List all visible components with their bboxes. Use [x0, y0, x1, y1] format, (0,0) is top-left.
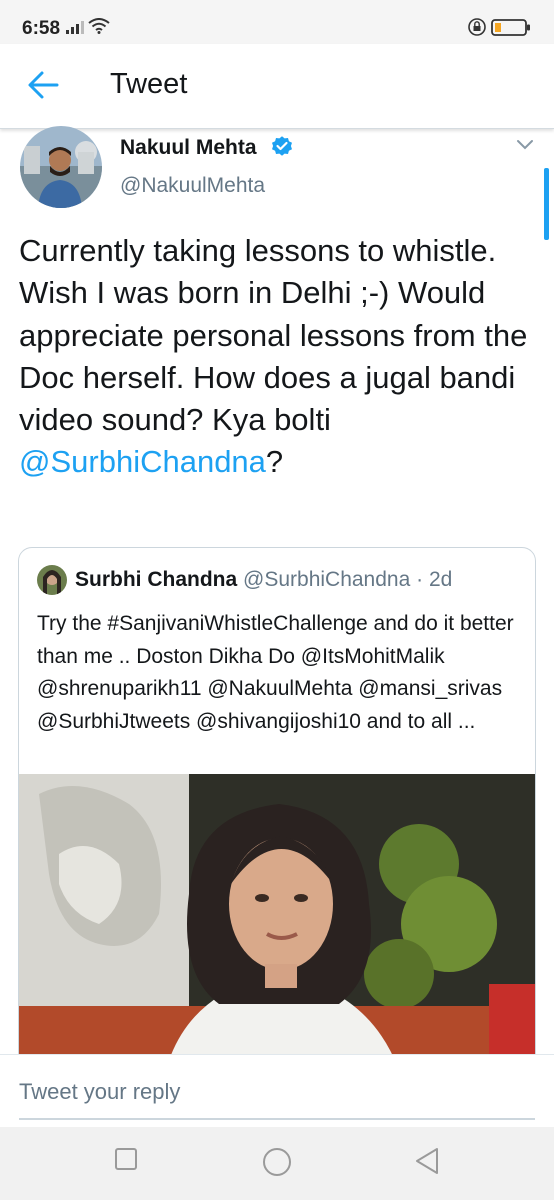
arrow-left-icon — [28, 71, 59, 99]
system-nav-bar — [0, 1127, 554, 1200]
square-icon — [115, 1148, 137, 1170]
lock-icon — [468, 18, 486, 36]
chevron-down-icon[interactable] — [516, 138, 534, 156]
author-avatar[interactable] — [20, 126, 102, 208]
home-button[interactable] — [262, 1147, 292, 1182]
signal-icon — [66, 20, 84, 39]
status-bar: 6:58 — [0, 0, 554, 44]
quoted-tweet-header: Surbhi Chandna @SurbhiChandna · 2d — [75, 568, 452, 592]
author-name[interactable]: Nakuul Mehta — [120, 136, 257, 160]
status-right-icons — [468, 17, 534, 42]
verified-badge-icon — [270, 134, 294, 163]
quoted-author-name: Surbhi Chandna — [75, 568, 238, 591]
triangle-back-icon — [416, 1148, 438, 1174]
tweet-text-body: Currently taking lessons to whistle. Wis… — [19, 233, 528, 438]
back-button[interactable] — [26, 70, 60, 100]
reply-bar: Tweet your reply — [0, 1054, 554, 1128]
reply-input[interactable]: Tweet your reply — [19, 1079, 180, 1105]
tweet-text-end: ? — [265, 444, 284, 480]
wifi-icon — [88, 18, 110, 39]
page-title: Tweet — [110, 68, 188, 100]
top-app-bar: Tweet — [0, 44, 554, 129]
back-nav-button[interactable] — [414, 1147, 440, 1180]
status-time: 6:58 — [22, 18, 61, 39]
quoted-author-avatar — [37, 565, 67, 595]
battery-icon — [491, 19, 530, 36]
reply-input-underline — [19, 1118, 535, 1120]
recents-button[interactable] — [114, 1147, 138, 1176]
scrollbar[interactable] — [544, 168, 549, 240]
quoted-tweet-text: Try the #SanjivaniWhistleChallenge and d… — [37, 612, 514, 733]
quoted-tweet-time: · 2d — [416, 568, 453, 591]
author-handle[interactable]: @NakuulMehta — [120, 174, 265, 198]
quoted-tweet-card[interactable]: Surbhi Chandna @SurbhiChandna · 2d Try t… — [18, 547, 536, 1109]
quoted-author-handle: @SurbhiChandna — [243, 568, 411, 591]
circle-icon — [263, 1148, 291, 1176]
tweet-text: Currently taking lessons to whistle. Wis… — [19, 230, 529, 484]
mention-link[interactable]: @SurbhiChandna — [19, 444, 266, 479]
